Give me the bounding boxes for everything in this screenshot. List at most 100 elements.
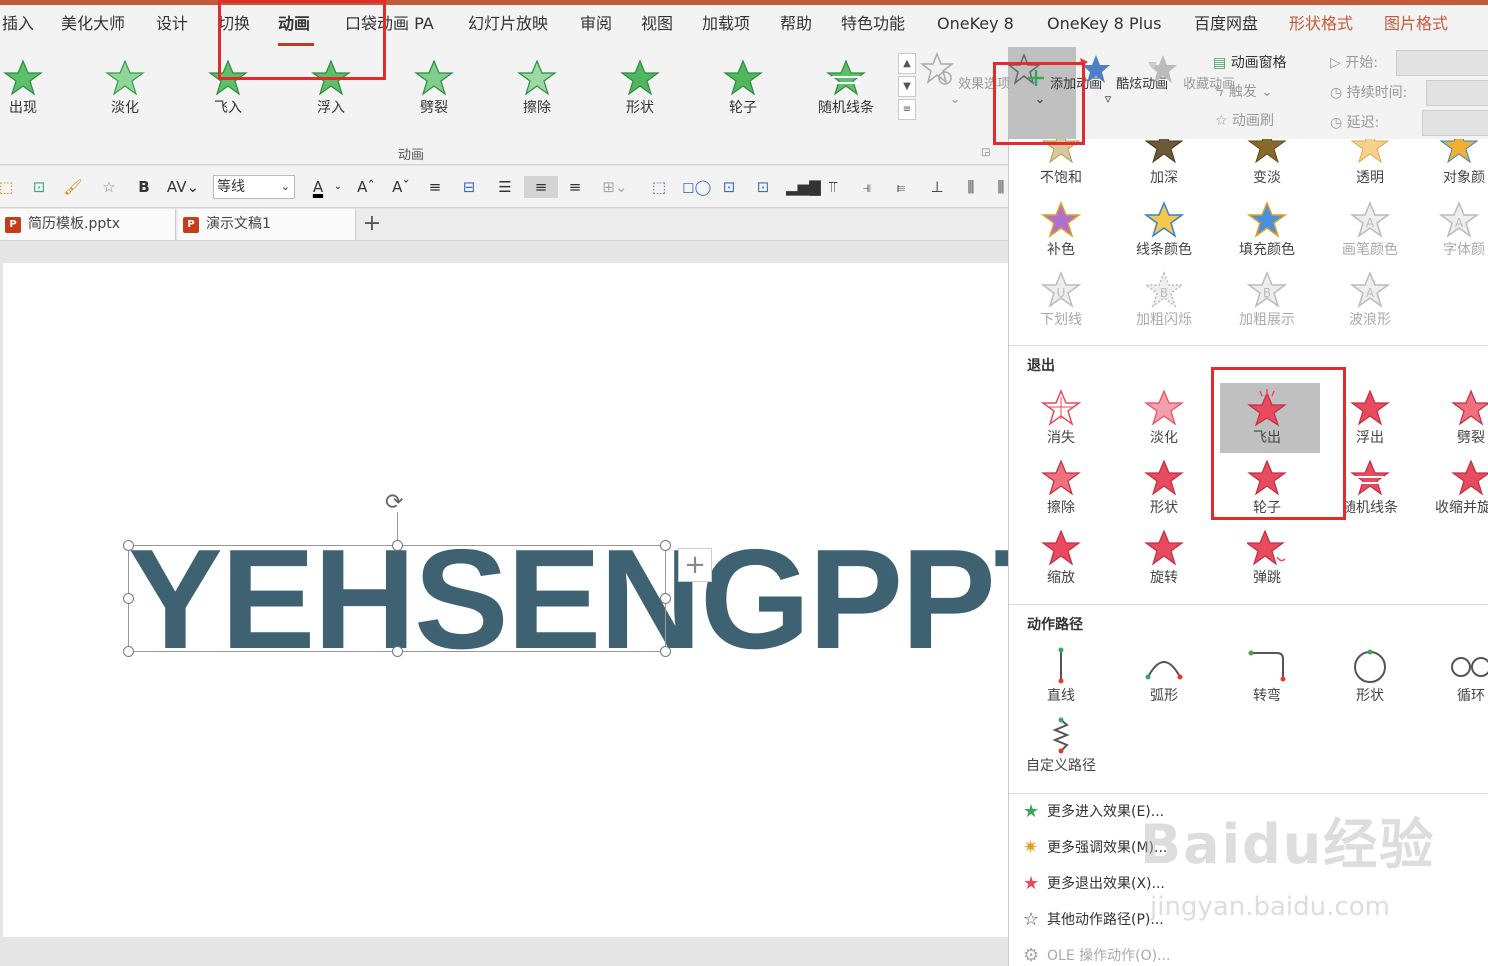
present-icon[interactable]: ⊡	[28, 176, 50, 198]
font-color-button[interactable]: A	[306, 176, 330, 198]
animation-pane-button[interactable]: ▤ 动画窗格	[1213, 52, 1287, 72]
exit-float-out[interactable]: 浮出	[1320, 389, 1420, 447]
resize-handle[interactable]	[123, 540, 134, 551]
exit-shape[interactable]: 形状	[1114, 459, 1214, 517]
align-left-obj-icon[interactable]: ⫢	[890, 176, 912, 198]
tab-features[interactable]: 特色功能	[841, 13, 905, 35]
anim-fly-in[interactable]: 飞入	[183, 59, 273, 125]
tab-help[interactable]: 帮助	[780, 13, 812, 35]
resize-handle[interactable]	[392, 540, 403, 551]
distribute-icon[interactable]: ⊟	[458, 176, 480, 198]
scroll-up-icon[interactable]: ▲	[898, 53, 916, 74]
exit-shrink-turn[interactable]: 收缩并旋	[1423, 459, 1488, 517]
tab-transitions[interactable]: 切换	[218, 13, 250, 35]
exit-fade[interactable]: 淡化	[1114, 389, 1214, 447]
exit-split[interactable]: 劈裂	[1423, 389, 1488, 447]
exit-spin[interactable]: 旋转	[1114, 529, 1214, 587]
tab-view[interactable]: 视图	[641, 13, 673, 35]
path-shape[interactable]: 形状	[1320, 647, 1420, 705]
tab-review[interactable]: 审阅	[580, 13, 612, 35]
align-right-icon[interactable]: ≡	[564, 176, 586, 198]
anim-fade[interactable]: 淡化	[80, 59, 170, 125]
effect-underline[interactable]: U 下划线	[1011, 271, 1111, 329]
effect-line-color[interactable]: 线条颜色	[1114, 201, 1214, 259]
exit-zoom[interactable]: 缩放	[1011, 529, 1111, 587]
bold-button[interactable]: B	[135, 176, 153, 198]
anim-appear[interactable]: 出现	[0, 59, 68, 125]
align-left-icon[interactable]: ≡	[524, 176, 558, 198]
effect-transparency[interactable]: 透明	[1320, 139, 1420, 187]
resize-handle[interactable]	[660, 593, 671, 604]
effect-bold-reveal[interactable]: B 加粗展示	[1217, 271, 1317, 329]
align-middle-icon[interactable]: ⊥	[926, 176, 948, 198]
tab-onekey8[interactable]: OneKey 8	[937, 13, 1014, 35]
tab-addins[interactable]: 加载项	[702, 13, 750, 35]
tab-meihua[interactable]: 美化大师	[61, 13, 125, 35]
exit-disappear[interactable]: 消失	[1011, 389, 1111, 447]
tab-shape-format[interactable]: 形状格式	[1289, 13, 1353, 35]
chart-icon[interactable]: ▂▅▇	[786, 176, 821, 198]
scroll-down-icon[interactable]: ▼	[898, 76, 916, 97]
tab-baidu-pan[interactable]: 百度网盘	[1194, 13, 1258, 35]
tab-animations[interactable]: 动画	[278, 13, 310, 35]
path-custom[interactable]: 自定义路径	[1011, 717, 1111, 775]
shapes-icon[interactable]: ◻◯	[682, 176, 711, 198]
decrease-font-icon[interactable]: Aˇ	[390, 176, 412, 198]
effect-fill-color[interactable]: 填充颜色	[1217, 201, 1317, 259]
anim-shape[interactable]: 形状	[595, 59, 685, 125]
align-center-obj-icon[interactable]: ⫼	[960, 176, 982, 198]
resize-handle[interactable]	[392, 646, 403, 657]
justify-icon[interactable]: ☰	[494, 176, 516, 198]
effect-complementary[interactable]: 补色	[1011, 201, 1111, 259]
effect-options-button[interactable]: 效果选项 ⌄	[919, 51, 1010, 107]
resize-handle[interactable]	[123, 646, 134, 657]
path-line[interactable]: 直线	[1011, 647, 1111, 705]
add-tab-button[interactable]: +	[358, 211, 386, 239]
effect-darken[interactable]: 加深	[1114, 139, 1214, 187]
resize-handle[interactable]	[123, 593, 134, 604]
animation-painter-button[interactable]: ☆ 动画刷	[1215, 110, 1274, 130]
crop-shape-icon[interactable]: ⬚	[648, 176, 670, 198]
center-align-icon[interactable]: ≡	[424, 176, 446, 198]
tab-slideshow[interactable]: 幻灯片放映	[468, 13, 548, 35]
image-frame-icon[interactable]: ⊡	[752, 176, 774, 198]
add-animation-button[interactable]: 添加动画 ⌄	[1006, 52, 1102, 107]
exit-wipe[interactable]: 擦除	[1011, 459, 1111, 517]
tab-picture-format[interactable]: 图片格式	[1384, 13, 1448, 35]
anim-split[interactable]: 劈裂	[389, 59, 479, 125]
trigger-button[interactable]: ϟ 触发 ⌄	[1215, 81, 1273, 101]
cool-animation-button[interactable]: 酷炫动画 ▿	[1076, 52, 1168, 107]
effect-font-color[interactable]: A 字体颜	[1423, 201, 1488, 259]
anim-float-in[interactable]: 浮入	[286, 59, 376, 125]
resize-handle[interactable]	[660, 646, 671, 657]
exit-bounce[interactable]: 弹跳	[1217, 529, 1317, 587]
resize-handle[interactable]	[660, 540, 671, 551]
increase-font-icon[interactable]: Aˆ	[355, 176, 377, 198]
delay-input[interactable]	[1422, 110, 1488, 136]
format-painter-icon[interactable]: 🖌	[62, 176, 84, 198]
more-motion-paths[interactable]: ☆ 其他动作路径(P)...	[1023, 910, 1164, 930]
tab-design[interactable]: 设计	[156, 13, 188, 35]
gallery-scroll[interactable]: ▲ ▼ ≡	[898, 53, 918, 123]
tab-insert[interactable]: 插入	[2, 13, 34, 35]
selection-box[interactable]	[128, 545, 666, 652]
rotate-handle-icon[interactable]: ⟳	[385, 490, 403, 515]
effect-lighten[interactable]: 变淡	[1217, 139, 1317, 187]
anim-wipe[interactable]: 擦除	[492, 59, 582, 125]
font-select[interactable]: 等线 ⌄	[213, 175, 295, 199]
chevron-down-icon[interactable]: ⌄	[332, 176, 344, 198]
effect-brush-color[interactable]: A 画笔颜色	[1320, 201, 1420, 259]
effect-bold-flash[interactable]: B 加粗闪烁	[1114, 271, 1214, 329]
select-icon[interactable]: ⬚	[0, 176, 16, 198]
char-spacing-icon[interactable]: AV⌄	[162, 176, 204, 198]
exit-wheel[interactable]: 轮子	[1217, 459, 1317, 517]
table-icon[interactable]: ⊞⌄	[598, 176, 632, 198]
dialog-launcher-icon[interactable]: ◲	[981, 147, 990, 158]
star-outline-icon[interactable]: ☆	[98, 176, 120, 198]
favorite-animation-button[interactable]: 收藏动画	[1143, 52, 1235, 92]
effect-wave[interactable]: A 波浪形	[1320, 271, 1420, 329]
path-turn[interactable]: 转弯	[1217, 647, 1317, 705]
effect-desaturate[interactable]: 不饱和	[1011, 139, 1111, 187]
textbox-icon[interactable]: ⊡	[718, 176, 740, 198]
anim-random-bars[interactable]: 随机线条	[801, 59, 891, 125]
